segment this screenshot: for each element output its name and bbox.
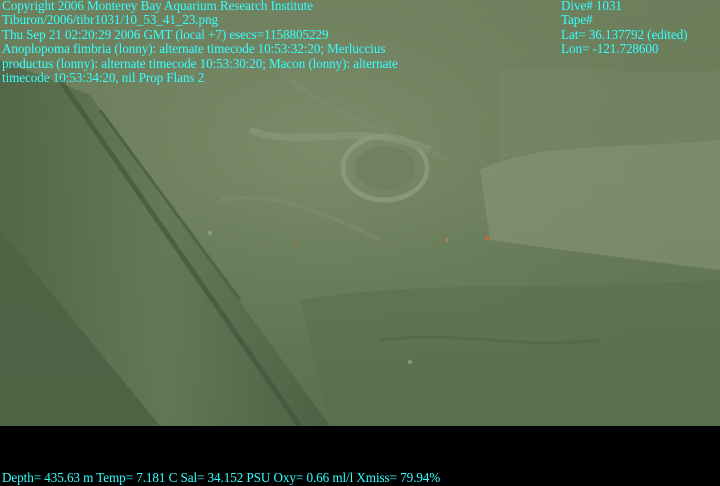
file-path-text: Tiburon/2006/tibr1031/10_53_41_23.png [2,12,218,28]
overlay-metadata-right: Dive# 1031 Tape# Lat= 36.137792 (edited)… [561,0,687,57]
annotation-text-line3: timecode 10:53:34:20, nil Prop Flans 2 [2,70,205,86]
sensor-readout-bar: Depth= 435.63 m Temp= 7.181 C Sal= 34.15… [2,470,441,485]
longitude-text: Lon= -121.728600 [561,41,659,57]
overlay-metadata-left: Copyright 2006 Monterey Bay Aquarium Res… [2,0,398,85]
tape-number-text: Tape# [561,12,593,28]
sensor-readout-text: Depth= 435.63 m Temp= 7.181 C Sal= 34.15… [2,470,441,485]
datetime-text: Thu Sep 21 02:20:29 2006 GMT (local +7) … [2,26,329,42]
dive-number-text: Dive# 1031 [561,0,622,13]
annotation-text-line1: Anoplopoma fimbria (lonny): alternate ti… [2,41,386,57]
copyright-text: Copyright 2006 Monterey Bay Aquarium Res… [2,0,313,13]
annotation-text-line2: productus (lonny): alternate timecode 10… [2,55,398,71]
latitude-text: Lat= 36.137792 (edited) [561,26,688,42]
